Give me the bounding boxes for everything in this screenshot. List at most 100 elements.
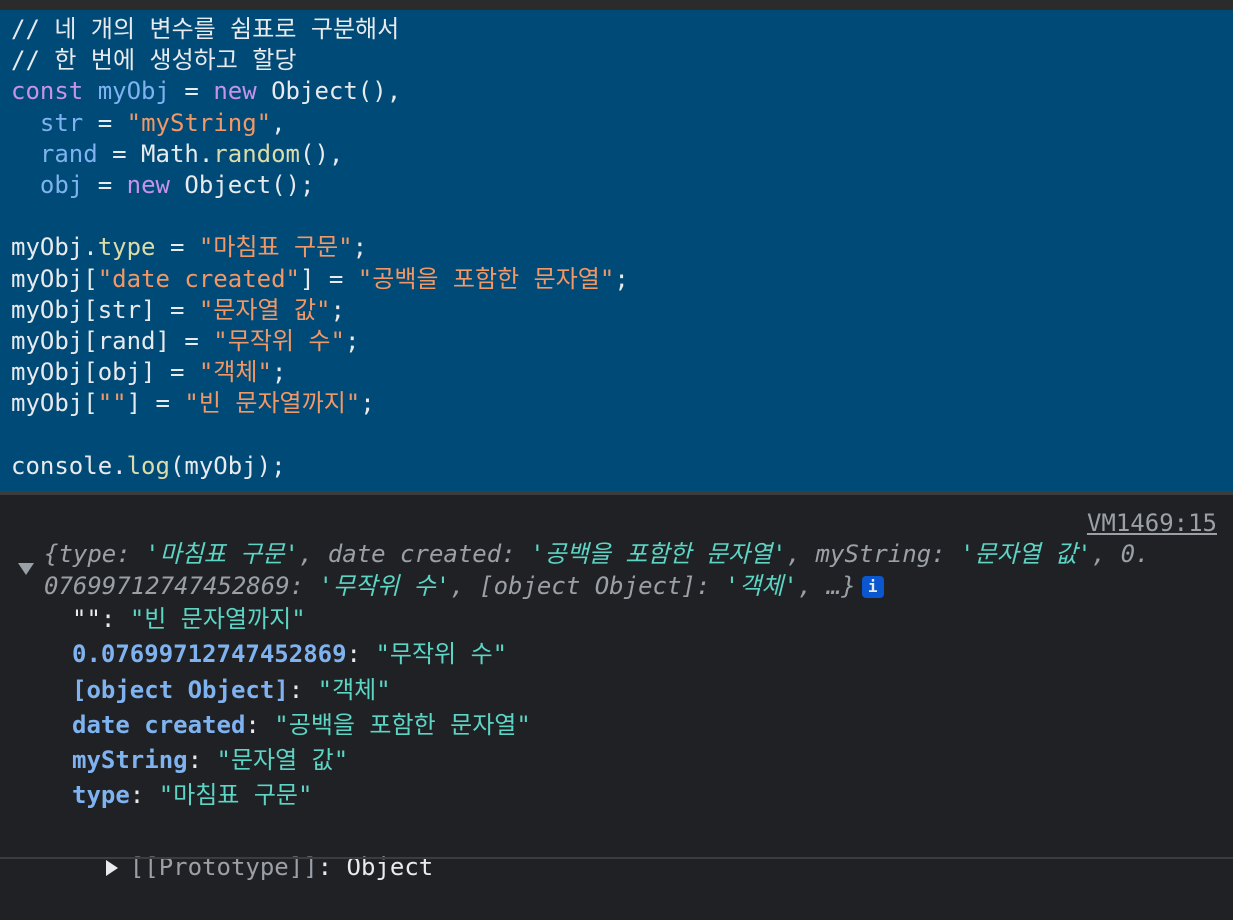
code-token: random: [213, 139, 300, 168]
code-token: ;: [344, 326, 360, 355]
summary-token: myString: [815, 540, 932, 568]
property-separator: :: [187, 746, 217, 775]
property-separator: :: [245, 710, 275, 739]
code-token: = Math.: [97, 139, 214, 168]
summary-token: , 0.: [1091, 540, 1150, 568]
code-token: "date created": [97, 264, 300, 293]
summary-token: ,: [786, 540, 816, 568]
code-line: console.log(myObj);: [11, 451, 1233, 482]
property-separator: :: [346, 640, 376, 669]
property-row[interactable]: "": "빈 문자열까지": [72, 602, 531, 637]
property-value: "객체": [317, 675, 391, 704]
code-token: =: [169, 77, 214, 106]
property-key: 0.07699712747452869: [72, 640, 347, 669]
source-link[interactable]: VM1469:15: [1087, 509, 1217, 537]
code-token: new: [213, 77, 272, 106]
property-row[interactable]: myString: "문자열 값": [72, 743, 531, 778]
summary-token: ,: [450, 571, 480, 600]
code-line: str = "myString",: [11, 108, 1233, 139]
summary-token: , …}: [797, 571, 856, 600]
code-token: "객체": [198, 358, 272, 387]
code-token: obj: [39, 170, 84, 199]
summary-token: '문자열 값': [960, 540, 1092, 568]
property-row[interactable]: 0.07699712747452869: "무작위 수": [72, 637, 531, 672]
code-token: myObj[obj] =: [11, 358, 199, 387]
property-key: "": [72, 605, 101, 633]
expand-triangle-icon[interactable]: [105, 860, 118, 876]
code-token: (myObj);: [169, 451, 286, 480]
property-key: date created: [72, 710, 246, 739]
code-token: =: [155, 233, 199, 262]
code-line: myObj["date created"] = "공백을 포함한 문자열";: [11, 264, 1233, 295]
summary-token: date created: [327, 540, 502, 568]
code-token: // 한 번에 생성하고 할당: [11, 46, 297, 75]
summary-token: :: [695, 571, 725, 600]
code-token: myObj[: [11, 264, 98, 293]
code-line: myObj.type = "마침표 구문";: [11, 232, 1233, 263]
code-line: // 네 개의 변수를 쉼표로 구분해서: [11, 14, 1233, 45]
code-token: "myString": [126, 108, 272, 137]
property-row[interactable]: [object Object]: "객체": [72, 673, 531, 708]
summary-token: ,: [298, 540, 328, 568]
property-value: "무작위 수": [375, 640, 508, 669]
code-token: ,: [271, 108, 286, 137]
code-token: "": [97, 389, 127, 418]
code-token: (),: [300, 139, 344, 168]
prototype-row[interactable]: [[Prototype]]: Object: [48, 815, 433, 881]
code-token: str: [39, 108, 84, 137]
property-value: "문자열 값": [216, 746, 349, 775]
property-value: "공백을 포함한 문자열": [274, 710, 531, 739]
property-key: [object Object]: [72, 675, 289, 704]
code-token: // 네 개의 변수를 쉼표로 구분해서: [11, 15, 400, 43]
property-key: myString: [72, 746, 188, 775]
code-token: myObj.: [11, 233, 98, 262]
property-value: "마침표 구문": [158, 781, 313, 810]
code-token: log: [126, 451, 170, 480]
info-icon[interactable]: i: [861, 575, 884, 598]
summary-token: :: [289, 571, 319, 600]
property-separator: :: [100, 605, 130, 633]
code-token: myObj[rand] =: [11, 326, 214, 355]
property-list: "": "빈 문자열까지" 0.07699712747452869: "무작위 수…: [72, 602, 531, 814]
code-line: rand = Math.random(),: [11, 139, 1233, 170]
code-token: Object();: [184, 170, 315, 199]
code-token: ;: [271, 358, 287, 387]
code-token: ;: [614, 264, 629, 293]
code-line: myObj[str] = "문자열 값";: [11, 295, 1233, 326]
summary-token: [object Object]: [479, 571, 696, 600]
code-line: const myObj = new Object(),: [11, 76, 1233, 107]
property-key: type: [72, 781, 130, 810]
property-row[interactable]: type: "마침표 구문": [72, 778, 531, 813]
summary-token: :: [931, 540, 961, 568]
code-token: myObj[str] =: [11, 295, 199, 324]
code-token: ] =: [300, 264, 358, 293]
code-token: type: [97, 233, 156, 262]
code-token: =: [83, 170, 127, 199]
code-token: "마침표 구문": [198, 233, 353, 262]
code-token: Object(),: [271, 77, 402, 106]
object-summary[interactable]: {type: '마침표 구문', date created: '공백을 포함한 …: [44, 539, 1233, 602]
code-line: // 한 번에 생성하고 할당: [11, 45, 1233, 76]
summary-token: type: [58, 540, 117, 568]
collapse-triangle-icon[interactable]: [18, 563, 34, 575]
code-token: console.: [11, 451, 127, 480]
code-editor[interactable]: // 네 개의 변수를 쉼표로 구분해서 // 한 번에 생성하고 할당 const…: [0, 10, 1233, 491]
code-token: "공백을 포함한 문자열": [357, 264, 615, 293]
property-row[interactable]: date created: "공백을 포함한 문자열": [72, 708, 531, 743]
summary-line-2: 07699712747452869: '무작위 수', [object Obje…: [44, 571, 1233, 603]
summary-line-1: {type: '마침표 구문', date created: '공백을 포함한 …: [44, 539, 1233, 571]
summary-token: '마침표 구문': [145, 540, 299, 568]
code-token: myObj[: [11, 389, 98, 418]
code-token: ;: [330, 295, 345, 324]
code-token: rand: [39, 139, 98, 168]
property-separator: :: [129, 781, 159, 810]
code-token: const: [11, 77, 98, 106]
console-panel: VM1469:15 {type: '마침표 구문', date created:…: [0, 495, 1233, 881]
code-line: myObj[obj] = "객체";: [11, 357, 1233, 388]
code-token: new: [126, 170, 185, 199]
summary-token: '객체': [724, 571, 798, 600]
